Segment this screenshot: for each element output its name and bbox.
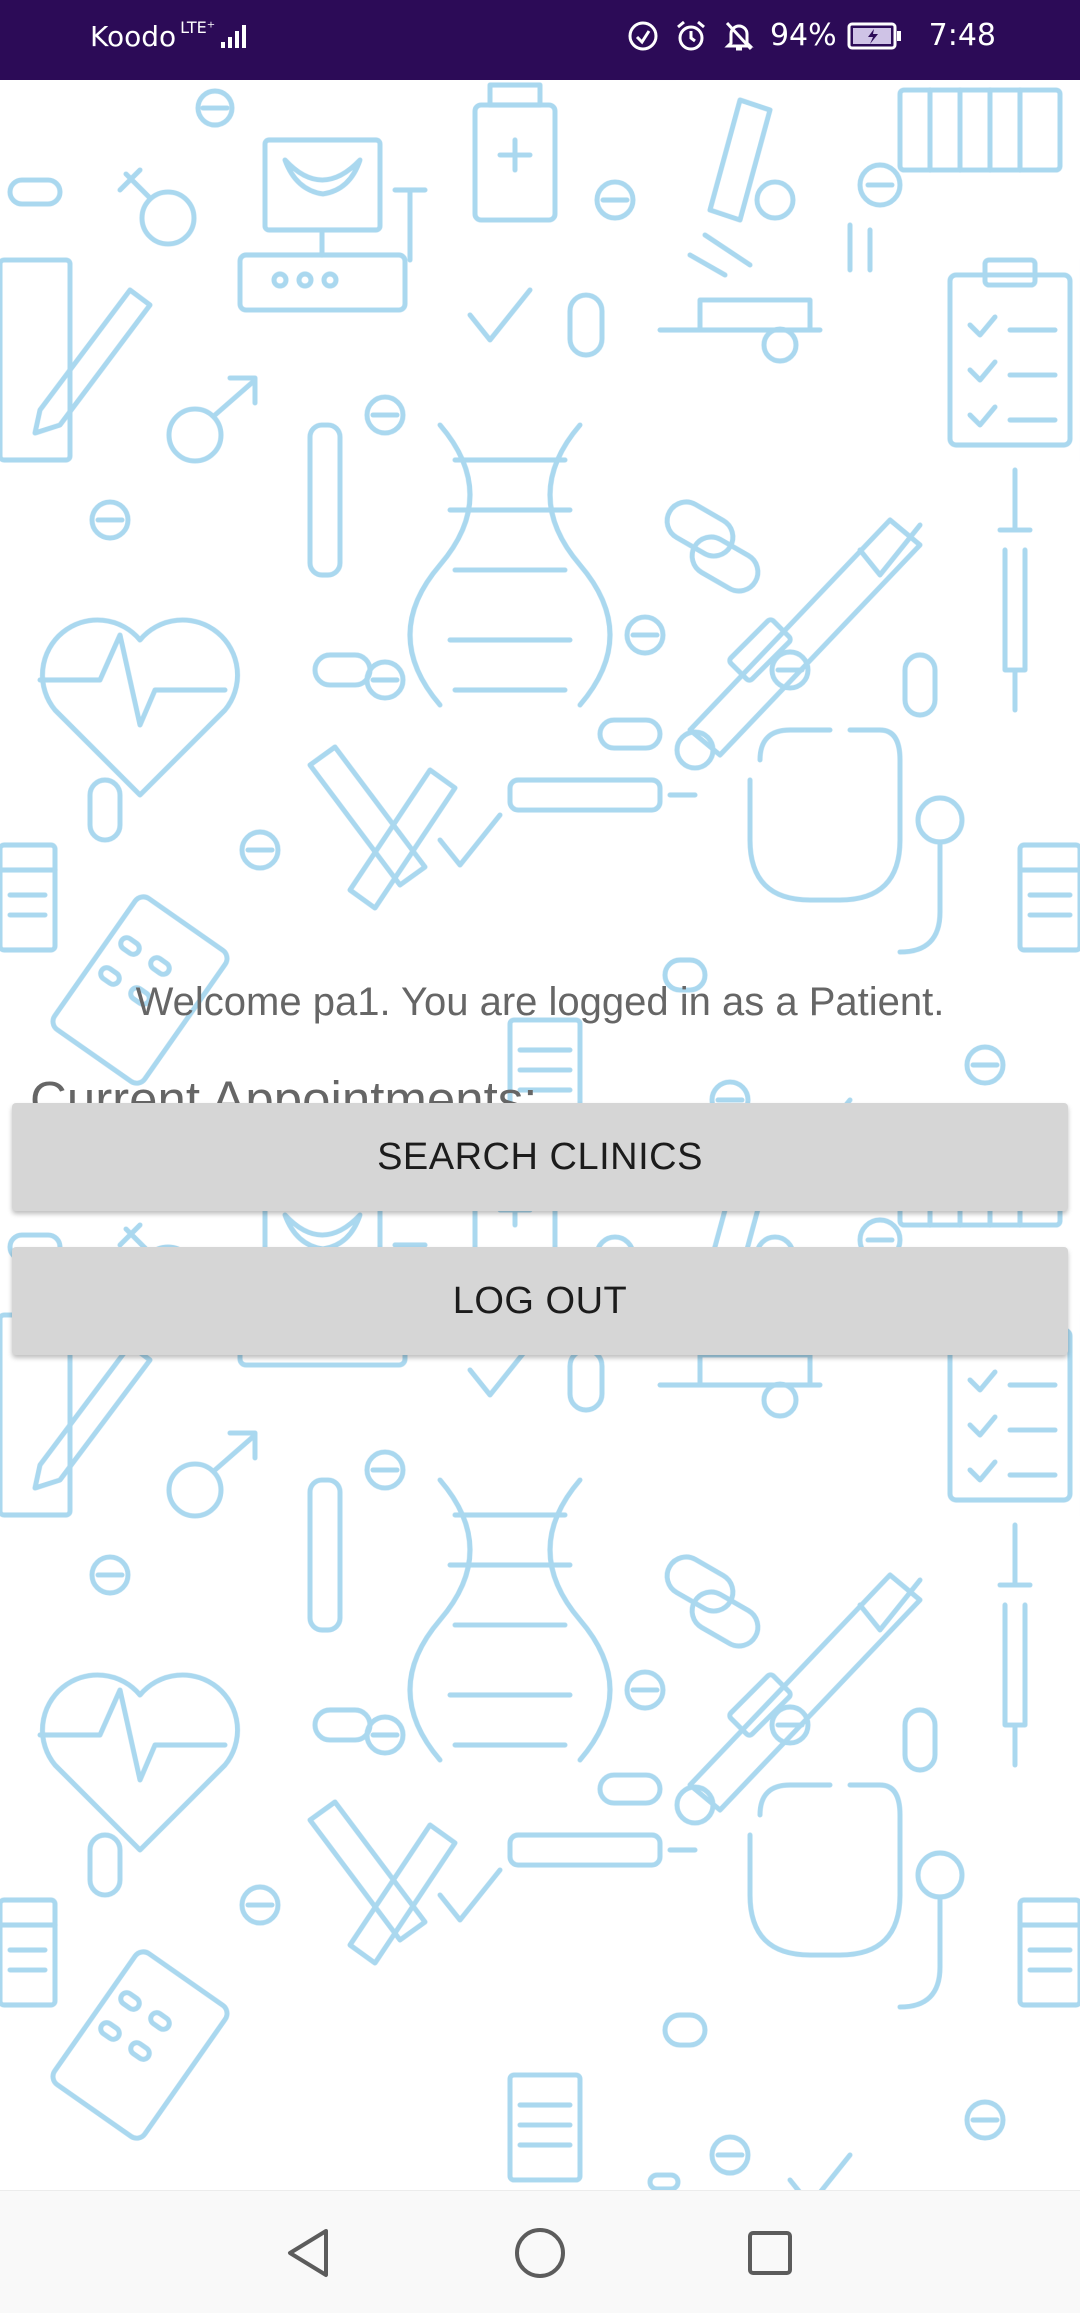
alarm-icon <box>674 19 708 53</box>
signal-icon <box>221 25 247 48</box>
battery-charging-icon <box>847 21 903 51</box>
recents-icon[interactable] <box>738 2221 802 2285</box>
notifications-off-icon <box>722 19 756 53</box>
status-right: 94% 7:48 <box>626 18 996 53</box>
home-icon[interactable] <box>508 2221 572 2285</box>
welcome-message: Welcome pa1. You are logged in as a Pati… <box>135 980 945 1024</box>
status-bar: Koodo LTE⁺ 94% 7:48 <box>0 0 1080 80</box>
network-type: LTE⁺ <box>180 18 216 37</box>
status-left: Koodo LTE⁺ <box>90 18 249 53</box>
log-out-button[interactable]: LOG OUT <box>12 1247 1068 1355</box>
main-content: Welcome pa1. You are logged in as a Pati… <box>0 80 1080 2190</box>
carrier-name: Koodo <box>90 20 177 53</box>
back-icon[interactable] <box>276 2221 340 2285</box>
data-saver-icon <box>626 19 660 53</box>
search-clinics-button[interactable]: SEARCH CLINICS <box>12 1103 1068 1211</box>
battery-percent: 94% <box>769 18 837 53</box>
navigation-bar <box>0 2190 1080 2313</box>
clock: 7:48 <box>928 18 996 53</box>
